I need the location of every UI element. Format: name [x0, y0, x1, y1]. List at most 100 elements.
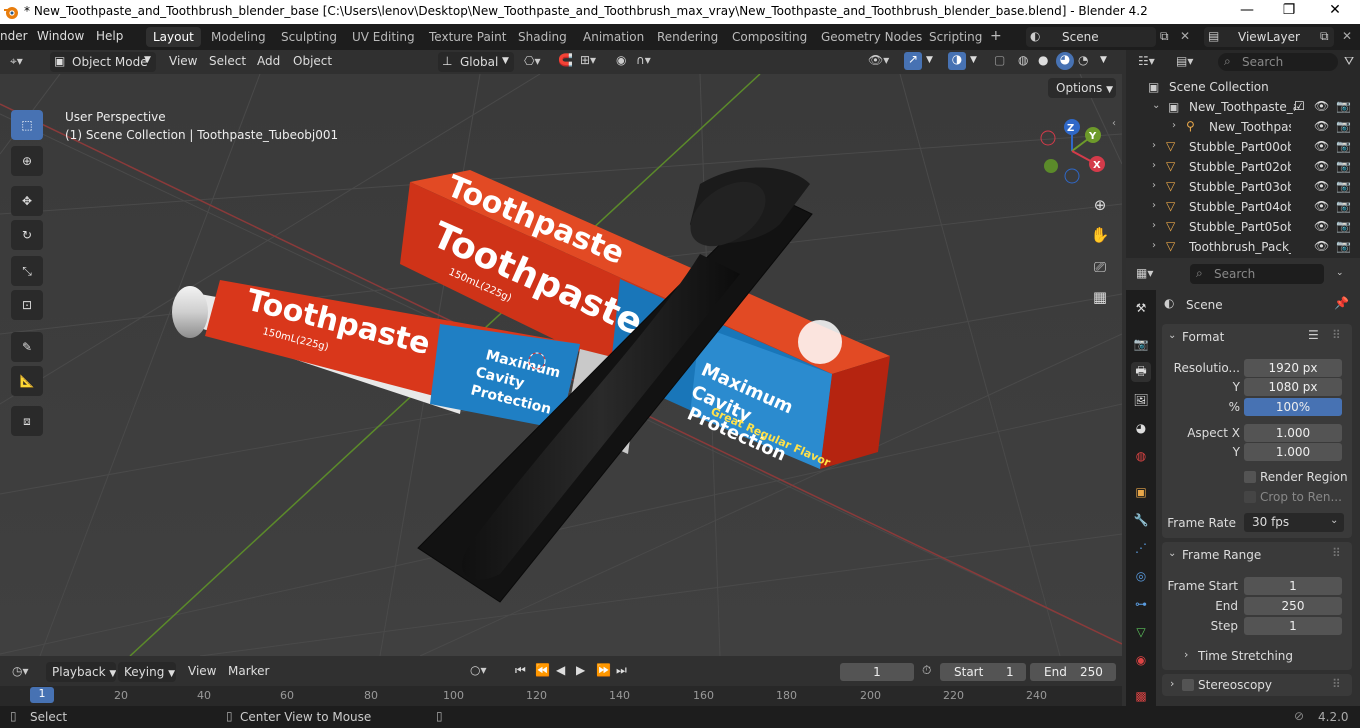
format-panel-header[interactable]: ⌄ Format ☰ ⠿: [1162, 324, 1352, 350]
rotate-tool[interactable]: ↻: [11, 220, 43, 250]
end-frame-field[interactable]: End 250: [1030, 663, 1116, 681]
timeline-editor-icon[interactable]: ◷▾: [12, 664, 29, 678]
menu-help[interactable]: Help: [96, 29, 123, 43]
chevron-right-icon[interactable]: ›: [1152, 140, 1156, 151]
remove-viewlayer-icon[interactable]: ✕: [1342, 29, 1352, 43]
chevron-right-icon[interactable]: ›: [1152, 160, 1156, 171]
ortho-toggle-button[interactable]: ▦: [1087, 284, 1113, 310]
stereoscopy-panel[interactable]: › Stereoscopy ⠿: [1162, 674, 1352, 696]
camera-icon[interactable]: 📷: [1336, 159, 1351, 173]
outliner-row-object[interactable]: › ▽ Stubble_Part03obj 👁 📷: [1126, 177, 1360, 197]
viewlayer-selector[interactable]: ▤ ViewLayer: [1204, 27, 1334, 47]
filter-icon[interactable]: ⛛: [1344, 54, 1354, 69]
pin-icon[interactable]: 📌: [1334, 296, 1349, 310]
tab-scene[interactable]: ◕: [1131, 418, 1151, 438]
clock-icon[interactable]: ⏱: [922, 663, 931, 678]
tab-uv-editing[interactable]: UV Editing: [345, 27, 422, 47]
eye-icon[interactable]: 👁: [1314, 199, 1329, 213]
chevron-right-icon[interactable]: ›: [1172, 120, 1176, 131]
tab-texture[interactable]: ▩: [1131, 686, 1151, 706]
eye-icon[interactable]: 👁: [1314, 139, 1329, 153]
solid-shading-icon[interactable]: ●: [1038, 53, 1048, 67]
menu-add[interactable]: Add: [257, 54, 280, 68]
scale-tool[interactable]: ⤡: [11, 256, 43, 286]
eye-icon[interactable]: 👁: [1314, 159, 1329, 173]
outliner-row-object[interactable]: › ▽ Toothbrush_Pack_l 👁 📷: [1126, 237, 1360, 257]
checkbox-icon[interactable]: ☑: [1294, 99, 1305, 113]
select-box-tool[interactable]: ⬚: [11, 110, 43, 140]
wireframe-shading-icon[interactable]: ◍: [1018, 53, 1028, 67]
eye-icon[interactable]: 👁: [1314, 239, 1329, 253]
frame-start-field[interactable]: 1: [1244, 577, 1342, 595]
mode-selector[interactable]: ▣ Object Mode ▼: [50, 52, 156, 72]
record-icon[interactable]: ○▾: [470, 663, 487, 677]
transform-tool[interactable]: ⊡: [11, 290, 43, 320]
eye-icon[interactable]: 👁: [1314, 119, 1329, 133]
cursor-tool[interactable]: ⊕: [11, 146, 43, 176]
timeline-ruler[interactable]: 1 20 40 60 80 100 120 140 160 180 200 22…: [0, 686, 1122, 706]
menu-select[interactable]: Select: [209, 54, 246, 68]
aspect-y-field[interactable]: 1.000: [1244, 443, 1342, 461]
tab-render[interactable]: 📷: [1131, 334, 1151, 354]
outliner-row-collection[interactable]: ⌄ ▣ New_Toothpaste_a ☑ 👁 📷: [1126, 97, 1360, 117]
move-tool[interactable]: ✥: [11, 186, 43, 216]
chevron-right-icon[interactable]: ›: [1152, 220, 1156, 231]
menu-render[interactable]: nder: [0, 29, 28, 43]
timeline-menu-view[interactable]: View: [188, 664, 216, 678]
tab-object[interactable]: ▣: [1131, 482, 1151, 502]
tab-layout[interactable]: Layout: [146, 27, 201, 47]
gizmo-toggle-icon[interactable]: ↗: [904, 52, 922, 70]
next-keyframe-icon[interactable]: ⏩: [596, 663, 611, 677]
render-region-checkbox[interactable]: [1244, 471, 1256, 483]
tab-texture-paint[interactable]: Texture Paint: [422, 27, 513, 47]
material-shading-icon[interactable]: ◕: [1056, 52, 1074, 70]
camera-icon[interactable]: 📷: [1336, 179, 1351, 193]
transform-orientation-selector[interactable]: ⊥ Global ▼: [438, 52, 514, 72]
minimize-button[interactable]: —: [1237, 2, 1257, 18]
editor-type-icon[interactable]: ⌖▾: [10, 54, 23, 69]
camera-icon[interactable]: 📷: [1336, 119, 1351, 133]
tab-physics[interactable]: ◎: [1131, 566, 1151, 586]
camera-icon[interactable]: 📷: [1336, 199, 1351, 213]
resolution-x-field[interactable]: 1920 px: [1244, 359, 1342, 377]
tab-compositing[interactable]: Compositing: [725, 27, 814, 47]
sidebar-toggle-icon[interactable]: ‹: [1112, 118, 1116, 129]
maximize-button[interactable]: ❐: [1279, 2, 1299, 18]
eye-icon[interactable]: 👁: [1314, 99, 1329, 113]
add-cube-tool[interactable]: ⧈: [11, 406, 43, 436]
pivot-icon[interactable]: ⎔▾: [524, 54, 541, 68]
remove-scene-icon[interactable]: ✕: [1180, 29, 1190, 43]
outliner-row-object[interactable]: › ▽ Stubble_Part00obj 👁 📷: [1126, 137, 1360, 157]
camera-icon[interactable]: 📷: [1336, 239, 1351, 253]
falloff-icon[interactable]: ∩▾: [636, 53, 651, 67]
display-mode-icon[interactable]: ▤▾: [1176, 54, 1193, 68]
tab-particles[interactable]: ⋰: [1131, 538, 1151, 558]
tab-animation[interactable]: Animation: [576, 27, 651, 47]
menu-object[interactable]: Object: [293, 54, 332, 68]
new-viewlayer-icon[interactable]: ⧉: [1320, 29, 1329, 44]
eye-icon[interactable]: 👁: [1314, 219, 1329, 233]
outliner-row-scene-collection[interactable]: ▣ Scene Collection: [1126, 77, 1360, 97]
close-button[interactable]: ✕: [1325, 2, 1345, 18]
chevron-right-icon[interactable]: ›: [1152, 240, 1156, 251]
playhead[interactable]: 1: [30, 687, 54, 703]
tab-rendering[interactable]: Rendering: [650, 27, 725, 47]
play-reverse-icon[interactable]: ◀: [556, 663, 565, 677]
overlays-dropdown-icon[interactable]: ▼: [970, 55, 977, 65]
drag-handle-icon[interactable]: ⠿: [1332, 677, 1341, 691]
chevron-right-icon[interactable]: ›: [1152, 200, 1156, 211]
add-workspace-button[interactable]: +: [986, 27, 1006, 47]
camera-icon[interactable]: 📷: [1336, 99, 1351, 113]
crop-to-render-checkbox[interactable]: [1244, 491, 1256, 503]
tab-modeling[interactable]: Modeling: [204, 27, 273, 47]
shading-dropdown-icon[interactable]: ▼: [1100, 55, 1107, 65]
camera-icon[interactable]: 📷: [1336, 219, 1351, 233]
xray-icon[interactable]: ▢: [994, 53, 1005, 67]
gizmo-dropdown-icon[interactable]: ▼: [926, 55, 933, 65]
snap-target-icon[interactable]: ⊞▾: [580, 53, 596, 67]
outliner-editor-icon[interactable]: ☷▾: [1138, 54, 1155, 68]
prev-keyframe-icon[interactable]: ⏪: [535, 663, 550, 677]
start-frame-field[interactable]: Start 1: [940, 663, 1026, 681]
resolution-percent-slider[interactable]: 100%: [1244, 398, 1342, 416]
play-icon[interactable]: ▶: [576, 663, 585, 677]
